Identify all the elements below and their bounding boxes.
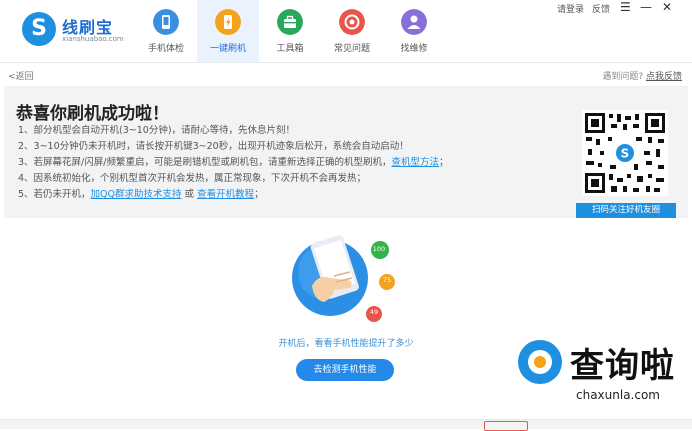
minimize-icon[interactable]: — — [640, 0, 652, 14]
phone-check-icon — [153, 9, 179, 35]
menu-icon[interactable]: ☰ — [620, 0, 631, 14]
flash-icon — [215, 9, 241, 35]
nav-label: 找维修 — [400, 44, 428, 54]
nav-faq[interactable]: 常见问题 — [321, 0, 383, 62]
feedback-link[interactable]: 反馈 — [592, 2, 610, 15]
nav-label: 一键刷机 — [209, 44, 246, 54]
model-check-link[interactable]: 查机型方法 — [391, 157, 439, 168]
nav-repair[interactable]: 找维修 — [383, 0, 445, 62]
bottom-badge — [484, 421, 528, 431]
sub-bar: <返回 遇到问题? 点我反馈 — [0, 63, 692, 85]
watermark: 查询啦 chaxunla.com — [518, 338, 688, 418]
app-logo: S 线刷宝 xianshuabao.com — [22, 12, 142, 50]
back-link[interactable]: <返回 — [8, 69, 34, 82]
score-badge-75: 75 — [382, 276, 392, 284]
nav-label: 常见问题 — [333, 44, 370, 54]
help-icon — [339, 9, 365, 35]
step-list: 1、部分机型会自动开机(3~10分钟)，请耐心等待，先休息片刻！ 2、3~10分… — [18, 123, 448, 203]
score-badge-100: 100 — [372, 245, 386, 253]
step-suffix: ； — [438, 157, 449, 168]
repair-icon — [401, 9, 427, 35]
step-text: 3、若屏幕花屏/闪屏/频繁重启，可能是刷错机型或刷机包，请重新选择正确的机型刷机… — [18, 157, 392, 168]
close-icon[interactable]: ✕ — [662, 0, 672, 14]
toolbox-icon — [277, 9, 303, 35]
qr-code: S — [582, 110, 668, 196]
step-item: 1、部分机型会自动开机(3~10分钟)，请耐心等待，先休息片刻！ — [18, 123, 448, 139]
qq-group-link[interactable]: 加QQ群求助技术支持 — [91, 189, 182, 200]
logo-icon: S — [22, 12, 56, 46]
nav-label: 工具箱 — [276, 44, 304, 54]
step-item: 4、因系统初始化，个别机型首次开机会发热，属正常现象，下次开机不会再发热； — [18, 171, 448, 187]
step-item: 5、若仍未开机，加QQ群求助技术支持 或 查看开机教程； — [18, 187, 448, 203]
nav-phone-check[interactable]: 手机体检 — [135, 0, 197, 62]
step-suffix: ； — [254, 189, 264, 200]
boot-tutorial-link[interactable]: 查看开机教程 — [197, 189, 254, 200]
step-text: 1、部分机型会自动开机(3~10分钟)，请耐心等待，先休息片刻！ — [18, 125, 296, 136]
step-text: 4、因系统初始化，个别机型首次开机会发热，属正常现象，下次开机不会再发热； — [18, 173, 367, 184]
step-item: 3、若屏幕花屏/闪屏/频繁重启，可能是刷错机型或刷机包，请重新选择正确的机型刷机… — [18, 155, 448, 171]
watermark-logo-icon — [518, 340, 562, 384]
svg-text:S: S — [621, 147, 630, 161]
problem-feedback-link[interactable]: 点我反馈 — [646, 72, 682, 82]
login-link[interactable]: 请登录 — [557, 2, 584, 15]
step-item: 2、3~10分钟仍未开机时，请长按开机键3~20秒，出现开机迹象后松开，系统会自… — [18, 139, 448, 155]
qr-follow-button[interactable]: 扫码关注好机友圈 — [576, 203, 676, 218]
step-middle: 或 — [181, 189, 198, 200]
problem-feedback: 遇到问题? 点我反馈 — [602, 69, 682, 82]
step-text: 5、若仍未开机， — [18, 189, 91, 200]
success-title: 恭喜你刷机成功啦！ — [16, 104, 169, 124]
app-domain: xianshuabao.com — [62, 35, 124, 43]
check-performance-button[interactable]: 去检测手机性能 — [296, 359, 394, 381]
nav-toolbox[interactable]: 工具箱 — [259, 0, 321, 62]
step-text: 2、3~10分钟仍未开机时，请长按开机键3~20秒，出现开机迹象后松开，系统会自… — [18, 141, 409, 152]
nav-one-click-flash[interactable]: 一键刷机 — [197, 0, 259, 62]
score-badge-49: 49 — [369, 308, 379, 316]
problem-text: 遇到问题? — [602, 72, 644, 82]
success-panel: 恭喜你刷机成功啦！ 1、部分机型会自动开机(3~10分钟)，请耐心等待，先休息片… — [4, 86, 688, 218]
nav-label: 手机体检 — [147, 44, 184, 54]
app-header: S 线刷宝 xianshuabao.com 手机体检 一键刷机 工具箱 常见问题… — [0, 0, 692, 63]
watermark-en: chaxunla.com — [576, 388, 660, 402]
watermark-cn: 查询啦 — [570, 346, 675, 386]
